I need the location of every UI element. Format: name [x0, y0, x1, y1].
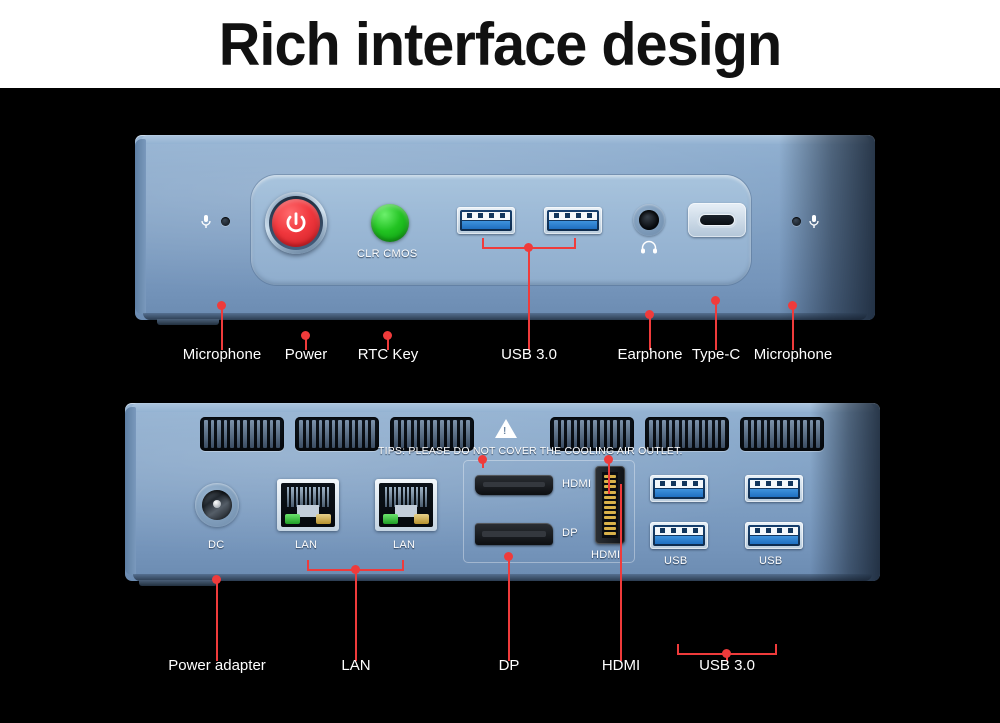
dc-jack-interior: [202, 490, 232, 520]
rear-bottom-lip: [133, 574, 872, 581]
page-title: Rich interface design: [218, 10, 782, 78]
dc-silkscreen-label: DC: [208, 539, 225, 551]
cooling-warning-text: TIPS: PLEASE DO NOT COVER THE COOLING AI…: [378, 445, 683, 457]
callout-label-power: Power: [284, 346, 328, 363]
hdmi-vertical-pins: [602, 472, 618, 538]
header-band: Rich interface design: [0, 0, 1000, 88]
callout-line-typec: [715, 301, 717, 350]
dc-jack-pin: [213, 500, 221, 508]
usb-silkscreen-label-left: USB: [664, 555, 688, 567]
callout-line-mic-right: [792, 306, 794, 350]
earphone-jack-hole: [639, 210, 659, 230]
front-right-shadow: [779, 135, 875, 320]
cooling-vent-1: [200, 417, 284, 451]
usb-port-interior: [547, 210, 599, 231]
callout-label-usb-front: USB 3.0: [501, 346, 557, 363]
lan-led-green: [383, 514, 398, 524]
dc-power-jack[interactable]: [195, 483, 239, 527]
callout-line-mic-left: [221, 306, 223, 350]
front-bottom-lip: [143, 313, 867, 320]
callout-label-mic-left: Microphone: [182, 346, 262, 363]
usb-port-rear-2[interactable]: [650, 522, 708, 549]
front-left-edge: [135, 139, 146, 314]
usb-c-opening: [697, 212, 737, 228]
callout-label-rtc: RTC Key: [357, 346, 419, 363]
lan-contact-comb: [287, 487, 330, 507]
lan-contact-comb: [385, 487, 428, 507]
usb-port-front-2[interactable]: [544, 207, 602, 234]
cmos-silkscreen-label: CLR CMOS: [357, 248, 418, 260]
callout-label-typec: Type-C: [691, 346, 741, 363]
callout-line-hdmi: [620, 484, 622, 661]
front-device: CLR CMOS: [135, 135, 875, 325]
lan-silkscreen-label-2: LAN: [393, 539, 416, 551]
usb-port-interior: [460, 210, 512, 231]
lan-led-green: [285, 514, 300, 524]
headphone-icon: [640, 240, 658, 259]
usb-pins: [464, 213, 508, 218]
power-button[interactable]: [265, 192, 327, 254]
power-icon: [286, 212, 306, 233]
usb-silkscreen-label-right: USB: [759, 555, 783, 567]
rear-device: TIPS: PLEASE DO NOT COVER THE COOLING AI…: [125, 403, 880, 586]
callout-label-dc: Power adapter: [168, 657, 266, 674]
front-top-lip: [141, 135, 869, 144]
callout-label-earphone: Earphone: [617, 346, 683, 363]
microphone-icon: [200, 214, 212, 230]
callout-line-hdmi-v-upper: [608, 460, 610, 494]
lan-port-interior: [379, 483, 433, 527]
callout-label-mic-right: Microphone: [753, 346, 833, 363]
usb-port-front-1[interactable]: [457, 207, 515, 234]
callout-line-usb-front: [528, 249, 530, 350]
usb3-blue-insert: [462, 221, 510, 229]
hdmi-silkscreen-label-h: HDMI: [562, 478, 592, 490]
callout-label-lan: LAN: [341, 657, 371, 674]
clear-cmos-button[interactable]: [371, 204, 409, 242]
dp-silkscreen-label: DP: [562, 527, 578, 539]
earphone-jack[interactable]: [633, 204, 665, 236]
callout-line-lan: [355, 571, 357, 661]
usb-port-rear-3[interactable]: [745, 475, 803, 502]
usb-c-core: [700, 215, 734, 225]
microphone-icon: [808, 214, 820, 230]
lan-led-amber: [414, 514, 429, 524]
lan-port-1[interactable]: [277, 479, 339, 531]
microphone-hole-right: [792, 217, 801, 226]
hdmi-silkscreen-label-v: HDMI: [591, 549, 621, 561]
power-button-cap[interactable]: [272, 199, 320, 247]
warning-triangle-icon: [495, 419, 517, 438]
lan-led-amber: [316, 514, 331, 524]
displayport-port[interactable]: [475, 523, 553, 545]
rear-left-edge: [125, 407, 136, 575]
callout-line-dp: [508, 557, 510, 661]
rear-foot-left: [139, 580, 217, 586]
callout-label-dp: DP: [498, 657, 520, 674]
lan-silkscreen-label-1: LAN: [295, 539, 318, 551]
product-stage: CLR CMOS Microphone Power RTC Key USB 3.…: [0, 88, 1000, 723]
rear-top-lip: [131, 403, 874, 412]
lan-port-2[interactable]: [375, 479, 437, 531]
usb-c-port[interactable]: [688, 203, 746, 237]
cooling-vent-6: [740, 417, 824, 451]
front-foot-left: [157, 319, 219, 325]
callout-line-dc: [216, 580, 218, 661]
hdmi-port-horizontal[interactable]: [475, 475, 553, 495]
callout-label-usb-rear: USB 3.0: [699, 657, 755, 674]
usb3-blue-insert: [549, 221, 597, 229]
callout-line-earphone: [649, 315, 651, 350]
lan-port-interior: [281, 483, 335, 527]
usb-port-rear-4[interactable]: [745, 522, 803, 549]
usb-port-rear-1[interactable]: [650, 475, 708, 502]
microphone-hole-left: [221, 217, 230, 226]
callout-label-hdmi: HDMI: [601, 657, 641, 674]
usb-pins: [551, 213, 595, 218]
callout-line-hdmi-h: [482, 460, 484, 468]
cooling-vent-2: [295, 417, 379, 451]
